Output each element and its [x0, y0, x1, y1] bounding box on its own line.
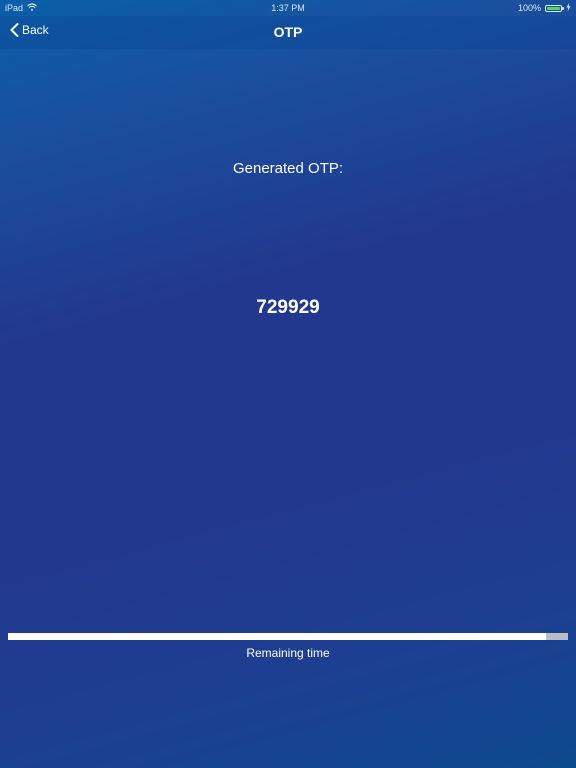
- progress-fill: [8, 633, 546, 640]
- status-bar: iPad 1:37 PM 100%: [0, 0, 576, 16]
- navigation-bar: Back OTP: [0, 16, 576, 49]
- status-right: 100%: [518, 3, 571, 13]
- charging-icon: [566, 3, 571, 13]
- remaining-time-label: Remaining time: [246, 646, 330, 660]
- battery-icon: [545, 4, 564, 12]
- page-title: OTP: [273, 24, 303, 40]
- remaining-time-progress: [8, 633, 568, 640]
- otp-code: 729929: [256, 297, 320, 318]
- battery-fill: [547, 6, 560, 10]
- otp-label: Generated OTP:: [232, 160, 344, 177]
- battery-percent: 100%: [517, 3, 541, 13]
- status-time: 1:37 PM: [271, 3, 305, 13]
